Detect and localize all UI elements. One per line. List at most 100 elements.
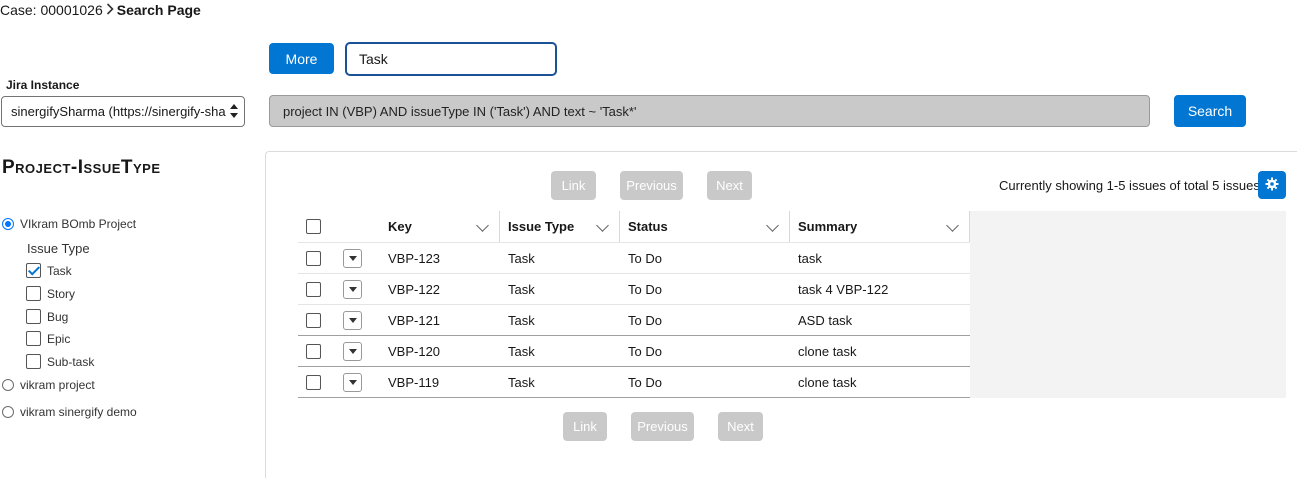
- caret-down-icon: [348, 379, 357, 385]
- table-header: Key Issue Type Status Summary: [298, 211, 970, 243]
- caret-down-icon: [348, 286, 357, 292]
- issue-type-task[interactable]: Task: [26, 263, 72, 278]
- previous-button-top[interactable]: Previous: [620, 171, 683, 200]
- next-button-top[interactable]: Next: [707, 171, 752, 200]
- chevron-right-icon: [106, 2, 114, 18]
- checkbox[interactable]: [26, 286, 41, 301]
- key-cell[interactable]: VBP-121: [388, 313, 500, 328]
- chevron-down-icon[interactable]: [596, 219, 609, 232]
- issue-type-bug[interactable]: Bug: [26, 309, 68, 324]
- row-select-cell: [298, 250, 343, 266]
- table-row: VBP-121 Task To Do ASD task: [298, 305, 970, 336]
- key-cell[interactable]: VBP-119: [388, 375, 500, 390]
- row-checkbox[interactable]: [306, 250, 321, 266]
- status-cell: To Do: [628, 312, 662, 328]
- issue-type-story[interactable]: Story: [26, 286, 75, 301]
- column-label: Issue Type: [508, 219, 575, 234]
- row-action-button[interactable]: [343, 310, 362, 330]
- radio-button[interactable]: [2, 406, 14, 418]
- row-checkbox[interactable]: [306, 374, 321, 390]
- sidebar-title: Project-IssueType: [2, 157, 161, 178]
- row-checkbox[interactable]: [306, 281, 321, 297]
- issue-type-sub-task[interactable]: Sub-task: [26, 354, 94, 369]
- row-action-cell: [343, 248, 388, 268]
- issue-type-heading: Issue Type: [27, 241, 90, 256]
- caret-down-icon: [348, 255, 357, 261]
- jira-instance-label: Jira Instance: [6, 78, 80, 92]
- column-header-summary[interactable]: Summary: [790, 211, 970, 242]
- chevron-down-icon[interactable]: [476, 219, 489, 232]
- link-button-top[interactable]: Link: [551, 171, 596, 200]
- results-table: Key Issue Type Status Summary VBP-123 Ta…: [298, 211, 970, 398]
- checkbox[interactable]: [26, 263, 41, 278]
- row-action-cell: [343, 310, 388, 330]
- row-select-cell: [298, 374, 343, 390]
- column-header-key[interactable]: Key: [343, 211, 500, 242]
- caret-down-icon: [348, 317, 357, 323]
- settings-button[interactable]: [1258, 171, 1286, 199]
- issue-type-cell: Task: [508, 374, 535, 390]
- caret-down-icon: [348, 348, 357, 354]
- issue-type-label: Sub-task: [47, 354, 95, 369]
- project-label: vikram sinergify demo: [20, 405, 137, 419]
- chevron-down-icon[interactable]: [946, 219, 959, 232]
- chevron-down-icon[interactable]: [766, 219, 779, 232]
- row-select-cell: [298, 343, 343, 359]
- row-action-button[interactable]: [343, 372, 362, 392]
- radio-button[interactable]: [2, 218, 14, 230]
- issue-type-label: Bug: [47, 309, 69, 324]
- breadcrumb-case-link[interactable]: Case: 00001026: [0, 2, 103, 18]
- table-row: VBP-122 Task To Do task 4 VBP-122: [298, 274, 970, 305]
- column-label: Summary: [798, 219, 858, 234]
- row-action-button[interactable]: [343, 341, 362, 361]
- project-radio-vikram-bomb[interactable]: VIkram BOmb Project: [2, 217, 136, 231]
- page-title: Search Page: [116, 2, 201, 18]
- select-arrows-icon: [230, 102, 238, 120]
- table-row: VBP-119 Task To Do clone task: [298, 367, 970, 398]
- checkbox[interactable]: [26, 309, 41, 324]
- search-input[interactable]: Task: [345, 42, 557, 76]
- jira-instance-select[interactable]: sinergifySharma (https://sinergify-sha: [1, 96, 245, 127]
- more-button[interactable]: More: [269, 43, 334, 74]
- row-checkbox[interactable]: [306, 312, 321, 328]
- radio-button[interactable]: [2, 379, 14, 391]
- issue-type-label: Epic: [47, 331, 71, 346]
- checkbox[interactable]: [26, 331, 41, 346]
- key-cell[interactable]: VBP-120: [388, 344, 500, 359]
- gear-icon: [1265, 177, 1279, 194]
- summary-cell: ASD task: [798, 312, 853, 328]
- select-all-checkbox[interactable]: [306, 219, 321, 234]
- key-cell[interactable]: VBP-122: [388, 282, 500, 297]
- row-select-cell: [298, 281, 343, 297]
- link-button-bottom[interactable]: Link: [563, 412, 607, 441]
- results-count: Currently showing 1-5 issues of total 5 …: [999, 178, 1260, 193]
- column-label: Status: [628, 219, 668, 234]
- issue-type-cell: Task: [508, 250, 535, 266]
- row-checkbox[interactable]: [306, 343, 321, 359]
- key-cell[interactable]: VBP-123: [388, 251, 500, 266]
- previous-button-bottom[interactable]: Previous: [631, 412, 694, 441]
- next-button-bottom[interactable]: Next: [718, 412, 763, 441]
- issue-type-epic[interactable]: Epic: [26, 331, 70, 346]
- issue-type-label: Task: [47, 263, 72, 278]
- project-label: VIkram BOmb Project: [20, 217, 137, 231]
- checkbox[interactable]: [26, 354, 41, 369]
- table-row: VBP-123 Task To Do task: [298, 243, 970, 274]
- issue-type-cell: Task: [508, 312, 535, 328]
- column-header-status[interactable]: Status: [620, 211, 790, 242]
- status-cell: To Do: [628, 250, 662, 266]
- row-select-cell: [298, 312, 343, 328]
- row-action-button[interactable]: [343, 248, 362, 268]
- issue-type-cell: Task: [508, 281, 535, 297]
- project-radio-vikram-project[interactable]: vikram project: [2, 378, 95, 392]
- row-action-cell: [343, 372, 388, 392]
- issue-type-label: Story: [47, 286, 76, 301]
- project-radio-vikram-sinergify-demo[interactable]: vikram sinergify demo: [2, 405, 137, 419]
- table-row: VBP-120 Task To Do clone task: [298, 336, 970, 367]
- search-button[interactable]: Search: [1174, 95, 1246, 127]
- column-header-issue-type[interactable]: Issue Type: [500, 211, 620, 242]
- column-label: Key: [388, 219, 412, 234]
- project-label: vikram project: [20, 378, 95, 392]
- row-action-button[interactable]: [343, 279, 362, 299]
- jql-query-field[interactable]: project IN (VBP) AND issueType IN ('Task…: [269, 95, 1150, 127]
